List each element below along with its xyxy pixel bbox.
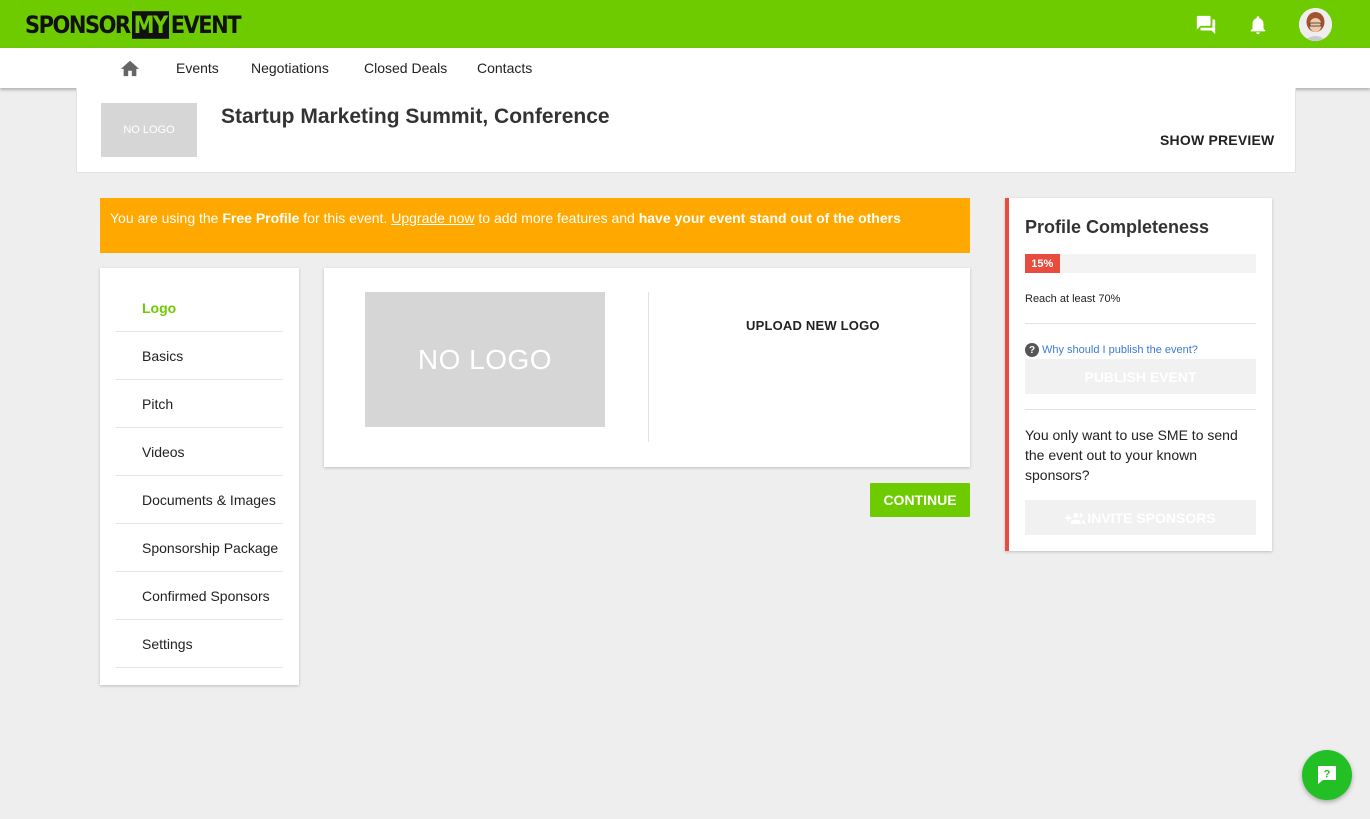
- sidebar-item-label: Documents & Images: [142, 492, 276, 508]
- sidebar-item-label: Videos: [142, 444, 185, 460]
- sidebar-item-pitch[interactable]: Pitch: [116, 380, 283, 428]
- profile-sections-sidebar: Logo Basics Pitch Videos Documents & Ima…: [100, 268, 299, 685]
- upload-new-logo-button[interactable]: UPLOAD NEW LOGO: [746, 318, 880, 333]
- publish-event-button[interactable]: PUBLISH EVENT: [1025, 359, 1256, 394]
- reach-target-text: Reach at least 70%: [1025, 293, 1121, 305]
- sidebar-item-label: Sponsorship Package: [142, 540, 279, 556]
- brand-logo[interactable]: SPONSOR MY EVENT: [25, 9, 242, 41]
- nav-negotiations[interactable]: Negotiations: [251, 60, 329, 76]
- brand-part-sponsor: SPONSOR: [25, 11, 131, 39]
- why-publish-label: Why should I publish the event?: [1042, 344, 1198, 356]
- sidebar-item-sponsorship-package[interactable]: Sponsorship Package: [116, 524, 283, 572]
- page-title: Startup Marketing Summit, Conference: [221, 105, 610, 128]
- event-header: NO LOGO Startup Marketing Summit, Confer…: [76, 88, 1296, 173]
- svg-text:?: ?: [1324, 769, 1331, 781]
- sidebar-item-confirmed-sponsors[interactable]: Confirmed Sponsors: [116, 572, 283, 620]
- chat-icon[interactable]: [1195, 14, 1217, 36]
- logo-panel: NO LOGO UPLOAD NEW LOGO: [324, 268, 970, 467]
- continue-button[interactable]: CONTINUE: [870, 483, 970, 517]
- sidebar-item-documents-images[interactable]: Documents & Images: [116, 476, 283, 524]
- question-icon: ?: [1025, 343, 1039, 357]
- completeness-progress-bar: 15%: [1025, 254, 1256, 273]
- sidebar-item-label: Logo: [142, 300, 177, 316]
- add-group-icon: [1065, 512, 1086, 524]
- free-profile-banner: You are using the Free Profile for this …: [100, 198, 970, 253]
- sidebar-item-settings[interactable]: Settings: [116, 620, 283, 668]
- help-chat-icon: ?: [1318, 766, 1336, 784]
- top-bar: SPONSOR MY EVENT: [0, 0, 1370, 48]
- avatar[interactable]: [1299, 8, 1332, 41]
- sidebar-item-basics[interactable]: Basics: [116, 332, 283, 380]
- sidebar-item-label: Basics: [142, 348, 184, 364]
- known-sponsors-text: You only want to use SME to send the eve…: [1025, 427, 1238, 483]
- upgrade-now-link[interactable]: Upgrade now: [391, 210, 474, 226]
- user-photo-icon: [1299, 8, 1332, 41]
- nav-closed-deals[interactable]: Closed Deals: [364, 60, 447, 76]
- invite-sponsors-label: INVITE SPONSORS: [1087, 509, 1216, 526]
- banner-stand-out: have your event stand out of the others: [638, 210, 901, 226]
- home-icon[interactable]: [119, 58, 141, 78]
- sidebar-item-videos[interactable]: Videos: [116, 428, 283, 476]
- banner-text-1: You are using the: [110, 210, 223, 226]
- sidebar-item-label: Confirmed Sponsors: [142, 588, 270, 604]
- invite-sponsors-button[interactable]: INVITE SPONSORS: [1025, 500, 1256, 535]
- banner-free-profile: Free Profile: [222, 210, 300, 226]
- completeness-progress-fill: 15%: [1025, 254, 1060, 273]
- show-preview-button[interactable]: SHOW PREVIEW: [1160, 132, 1274, 148]
- bell-icon[interactable]: [1247, 14, 1269, 36]
- divider: [648, 292, 649, 442]
- logo-preview-placeholder: NO LOGO: [365, 292, 605, 427]
- banner-text-3: to add more features and: [474, 210, 639, 226]
- brand-part-event: EVENT: [170, 11, 242, 39]
- divider: [1025, 409, 1256, 410]
- sidebar-item-label: Settings: [142, 636, 193, 652]
- sidebar-item-label: Pitch: [142, 396, 174, 412]
- divider: [1025, 323, 1256, 324]
- profile-completeness-card: Profile Completeness 15% Reach at least …: [1005, 198, 1272, 551]
- event-logo-placeholder: NO LOGO: [101, 103, 197, 157]
- nav-events[interactable]: Events: [176, 60, 219, 76]
- sidebar-item-logo[interactable]: Logo: [116, 284, 283, 332]
- why-publish-link[interactable]: ? Why should I publish the event?: [1025, 343, 1198, 357]
- completeness-title: Profile Completeness: [1025, 217, 1210, 237]
- help-chat-button[interactable]: ?: [1302, 750, 1352, 800]
- brand-part-my: MY: [131, 11, 169, 39]
- nav-bar: Events Negotiations Closed Deals Contact…: [0, 48, 1370, 88]
- nav-contacts[interactable]: Contacts: [477, 60, 532, 76]
- banner-text-2: for this event.: [299, 210, 392, 226]
